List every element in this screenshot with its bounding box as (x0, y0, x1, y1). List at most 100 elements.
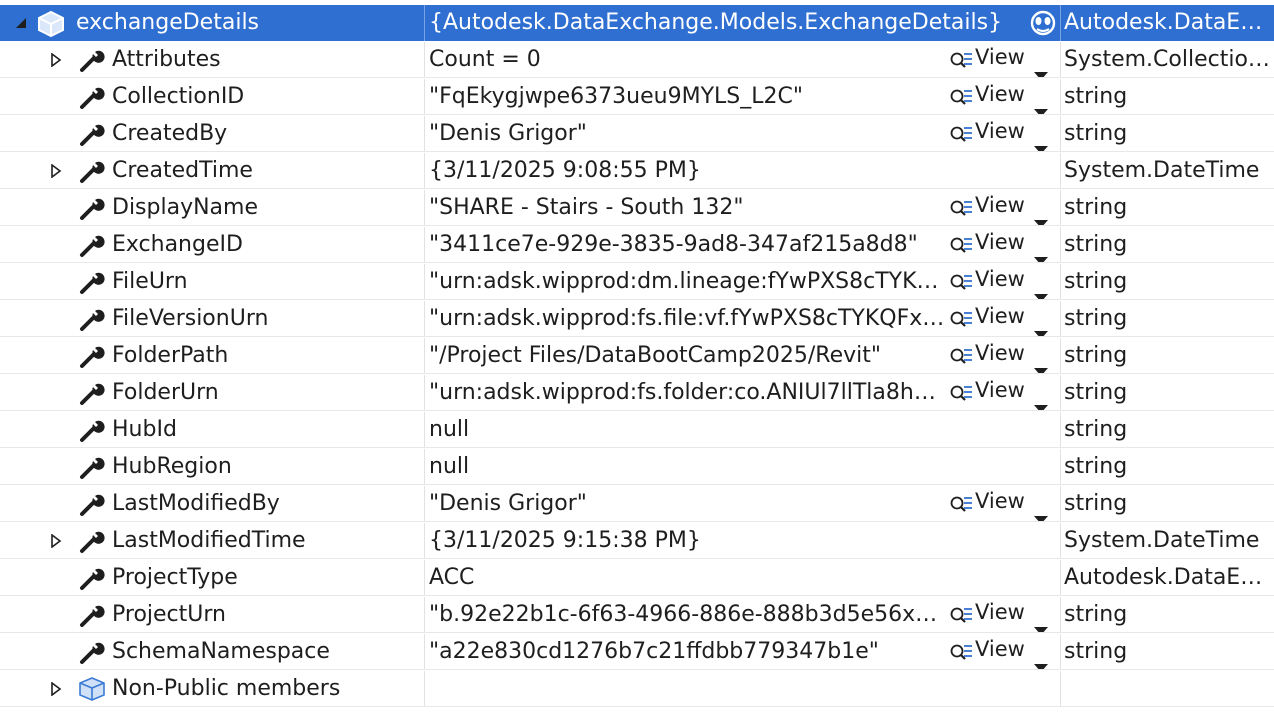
property-row[interactable]: LastModifiedTime {3/11/2025 9:15:38 PM} Sy… (0, 523, 1274, 559)
property-row[interactable]: ExchangeID "3411ce7e-929e-3835-9ad8-347af… (0, 227, 1274, 263)
magnifier-visualizer-icon (949, 344, 973, 373)
view-visualizer-button[interactable]: View (947, 338, 1057, 373)
copilot-icon[interactable] (1029, 9, 1057, 41)
value-cell (424, 671, 1060, 706)
property-type: string (1064, 491, 1128, 516)
expand-arrow-icon[interactable] (50, 42, 64, 77)
property-wrench-icon (78, 194, 106, 222)
property-wrench-icon (78, 342, 106, 370)
type-cell (1060, 671, 1274, 706)
view-visualizer-button[interactable]: View (947, 190, 1057, 225)
value-cell: {Autodesk.DataExchange.Models.ExchangeDe… (424, 5, 1060, 41)
property-row[interactable]: LastModifiedBy "Denis Grigor" View string (0, 486, 1274, 522)
chevron-down-icon[interactable] (1034, 204, 1048, 225)
property-value: "urn:adsk.wipprod:fs.folder:co.ANIUl7llT… (429, 380, 945, 405)
value-cell: "Denis Grigor" View (424, 486, 1060, 521)
view-visualizer-button[interactable]: View (947, 634, 1057, 669)
name-cell: FolderPath (0, 338, 424, 373)
name-cell: Non-Public members (0, 671, 424, 706)
variable-name: Non-Public members (112, 676, 341, 701)
expand-arrow-icon[interactable] (50, 671, 64, 706)
property-type: System.DateTime (1064, 528, 1260, 553)
property-name: DisplayName (112, 195, 258, 220)
property-row[interactable]: CollectionID "FqEkygjwpe6373ueu9MYLS_L2C"… (0, 79, 1274, 115)
view-visualizer-button[interactable]: View (947, 42, 1057, 77)
property-wrench-icon (78, 231, 106, 259)
chevron-down-icon[interactable] (1034, 648, 1048, 669)
property-name: FileUrn (112, 269, 188, 294)
collapse-arrow-icon[interactable] (14, 5, 28, 41)
view-visualizer-button[interactable]: View (947, 227, 1057, 262)
property-row[interactable]: HubId null string (0, 412, 1274, 448)
view-visualizer-button[interactable]: View (947, 264, 1057, 299)
property-row[interactable]: FolderUrn "urn:adsk.wipprod:fs.folder:co.… (0, 375, 1274, 411)
view-visualizer-button[interactable]: View (947, 486, 1057, 521)
watch-window-grid: exchangeDetails {Autodesk.DataExchange.M… (0, 0, 1274, 712)
property-type: string (1064, 232, 1128, 257)
non-public-members-icon (78, 675, 106, 703)
expand-arrow-icon[interactable] (50, 153, 64, 188)
view-visualizer-button[interactable]: View (947, 301, 1057, 336)
magnifier-visualizer-icon (949, 196, 973, 225)
property-type: string (1064, 121, 1128, 146)
type-cell: string (1060, 634, 1274, 669)
name-cell: HubId (0, 412, 424, 447)
property-row[interactable]: Attributes Count = 0 View System.Collection… (0, 42, 1274, 78)
chevron-down-icon[interactable] (1034, 241, 1048, 262)
name-cell: ExchangeID (0, 227, 424, 262)
exchange-details-row[interactable]: exchangeDetails {Autodesk.DataExchange.M… (0, 5, 1274, 41)
property-row[interactable]: CreatedBy "Denis Grigor" View string (0, 116, 1274, 152)
non-public-members-row[interactable]: Non-Public members (0, 671, 1274, 707)
name-cell: FolderUrn (0, 375, 424, 410)
chevron-down-icon[interactable] (1034, 352, 1048, 373)
type-cell: string (1060, 79, 1274, 114)
property-row[interactable]: FolderPath "/Project Files/DataBootCamp20… (0, 338, 1274, 374)
chevron-down-icon[interactable] (1034, 130, 1048, 151)
property-name: Attributes (112, 47, 221, 72)
property-row[interactable]: SchemaNamespace "a22e830cd1276b7c21ffdbb7… (0, 634, 1274, 670)
chevron-down-icon[interactable] (1034, 315, 1048, 336)
property-type: System.Collections.Generic.List (1064, 47, 1272, 72)
property-row[interactable]: DisplayName "SHARE - Stairs - South 132" V… (0, 190, 1274, 226)
view-visualizer-button[interactable]: View (947, 375, 1057, 410)
property-type: string (1064, 639, 1128, 664)
property-value: "urn:adsk.wipprod:fs.file:vf.fYwPXS8cTYK… (429, 306, 945, 331)
value-cell: "SHARE - Stairs - South 132" View (424, 190, 1060, 225)
magnifier-visualizer-icon (949, 307, 973, 336)
value-cell: "urn:adsk.wipprod:dm.lineage:fYwPXS8cTYK… (424, 264, 1060, 299)
value-cell: null (424, 412, 1060, 447)
expand-arrow-icon[interactable] (50, 523, 64, 558)
magnifier-visualizer-icon (949, 603, 973, 632)
variable-type: Autodesk.DataExchange.Models.ExchangeDet… (1064, 10, 1268, 35)
view-visualizer-button[interactable]: View (947, 79, 1057, 114)
chevron-down-icon[interactable] (1034, 389, 1048, 410)
property-value: "urn:adsk.wipprod:dm.lineage:fYwPXS8cTYK… (429, 269, 945, 294)
view-label: View (975, 119, 1025, 143)
property-type: string (1064, 195, 1128, 220)
property-row[interactable]: FileVersionUrn "urn:adsk.wipprod:fs.file:… (0, 301, 1274, 337)
property-row[interactable]: ProjectUrn "b.92e22b1c-6f63-4966-886e-888… (0, 597, 1274, 633)
chevron-down-icon[interactable] (1034, 278, 1048, 299)
view-label: View (975, 267, 1025, 291)
property-row[interactable]: HubRegion null string (0, 449, 1274, 485)
property-name: LastModifiedBy (112, 491, 280, 516)
property-wrench-icon (78, 379, 106, 407)
value-cell: ACC (424, 560, 1060, 595)
view-visualizer-button[interactable]: View (947, 116, 1057, 151)
property-name: FolderPath (112, 343, 229, 368)
chevron-down-icon[interactable] (1034, 500, 1048, 521)
chevron-down-icon[interactable] (1034, 56, 1048, 77)
view-visualizer-button[interactable]: View (947, 597, 1057, 632)
value-cell: "urn:adsk.wipprod:fs.file:vf.fYwPXS8cTYK… (424, 301, 1060, 336)
chevron-down-icon[interactable] (1034, 93, 1048, 114)
property-row[interactable]: ProjectType ACC Autodesk.DataExchange.Mode… (0, 560, 1274, 596)
type-cell: Autodesk.DataExchange.Models.ExchangeDet… (1060, 5, 1274, 41)
view-label: View (975, 378, 1025, 402)
chevron-down-icon[interactable] (1034, 611, 1048, 632)
property-row[interactable]: CreatedTime {3/11/2025 9:08:55 PM} System.… (0, 153, 1274, 189)
value-cell: {3/11/2025 9:15:38 PM} (424, 523, 1060, 558)
property-row[interactable]: FileUrn "urn:adsk.wipprod:dm.lineage:fYwP… (0, 264, 1274, 300)
type-cell: string (1060, 338, 1274, 373)
value-cell: null (424, 449, 1060, 484)
property-name: ExchangeID (112, 232, 243, 257)
